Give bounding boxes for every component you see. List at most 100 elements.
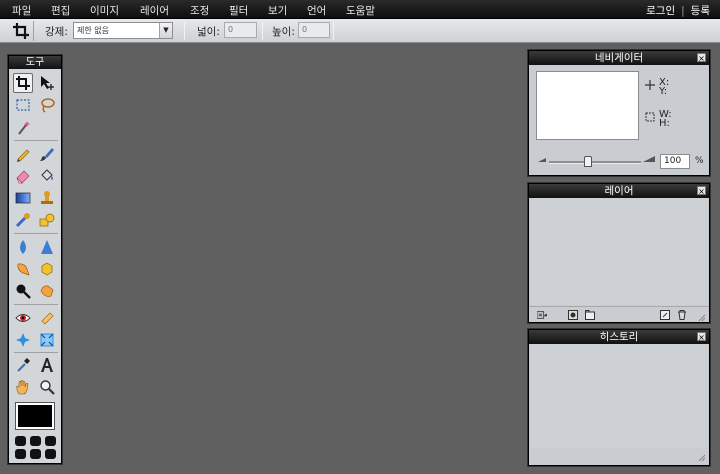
red-eye-icon[interactable] bbox=[13, 308, 33, 328]
constrain-value: 제한 없음 bbox=[77, 26, 109, 35]
zoom-icon[interactable] bbox=[37, 377, 57, 397]
layers-title[interactable]: 레이어 × bbox=[529, 184, 709, 198]
navigator-title-text: 네비게이터 bbox=[594, 52, 644, 64]
blur-icon[interactable] bbox=[13, 237, 33, 257]
close-icon[interactable]: × bbox=[697, 186, 706, 196]
close-icon[interactable]: × bbox=[697, 53, 706, 63]
height-label: 높이: bbox=[272, 26, 295, 38]
zoom-slider-thumb[interactable] bbox=[583, 156, 592, 167]
pencil-icon[interactable] bbox=[13, 144, 33, 164]
crop-icon[interactable] bbox=[13, 73, 33, 93]
foreground-color-swatch[interactable] bbox=[15, 402, 55, 430]
navigator-preview[interactable] bbox=[536, 71, 639, 140]
zoom-slider[interactable] bbox=[549, 156, 641, 167]
chevron-down-icon[interactable]: ▼ bbox=[159, 23, 172, 38]
brush-icon[interactable] bbox=[37, 144, 57, 164]
menu-separator: | bbox=[681, 5, 685, 17]
layers-title-text: 레이어 bbox=[604, 185, 634, 197]
current-tool-crop-icon bbox=[6, 21, 34, 41]
menu-adjust[interactable]: 조정 bbox=[190, 3, 209, 18]
layers-footer bbox=[529, 306, 709, 322]
navigator-panel: 네비게이터 × X: Y: W: H: 100 % bbox=[528, 50, 710, 176]
history-list[interactable] bbox=[530, 344, 708, 448]
tool-divider bbox=[14, 233, 58, 234]
constrain-label: 강제: bbox=[45, 26, 68, 38]
tools-panel: 도구 bbox=[8, 55, 62, 464]
eraser-icon[interactable] bbox=[13, 166, 33, 186]
color-replace-icon[interactable] bbox=[13, 210, 33, 230]
layers-list[interactable] bbox=[530, 198, 708, 305]
type-icon[interactable] bbox=[37, 355, 57, 375]
hand-icon[interactable] bbox=[13, 377, 33, 397]
height-input[interactable]: 0 bbox=[298, 22, 330, 38]
tool-options-bar: 강제: 제한 없음 ▼ 넓이: 0 높이: 0 bbox=[0, 19, 720, 43]
swatch-cell[interactable] bbox=[15, 449, 26, 459]
menu-filter[interactable]: 필터 bbox=[229, 3, 248, 18]
layer-settings-icon[interactable] bbox=[537, 310, 547, 320]
bloat-icon[interactable] bbox=[13, 330, 33, 350]
clone-stamp-icon[interactable] bbox=[37, 188, 57, 208]
tool-divider bbox=[14, 304, 58, 305]
menu-file[interactable]: 파일 bbox=[12, 3, 31, 18]
account-links: 로그인 | 등록 bbox=[646, 3, 710, 18]
magic-wand-icon[interactable] bbox=[13, 118, 33, 138]
burn-icon[interactable] bbox=[37, 281, 57, 301]
spot-heal-icon[interactable] bbox=[37, 308, 57, 328]
sponge-icon[interactable] bbox=[37, 259, 57, 279]
zoom-unit: % bbox=[695, 156, 704, 166]
swatch-cell[interactable] bbox=[30, 436, 41, 446]
swatch-cell[interactable] bbox=[30, 449, 41, 459]
register-link[interactable]: 등록 bbox=[691, 5, 710, 17]
menu-bar: 파일 편집 이미지 레이어 조정 필터 보기 언어 도움말 로그인 | 등록 bbox=[0, 0, 720, 19]
menu-image[interactable]: 이미지 bbox=[90, 3, 119, 18]
trash-icon[interactable] bbox=[677, 310, 687, 320]
pinch-icon[interactable] bbox=[37, 330, 57, 350]
crosshair-icon bbox=[645, 80, 655, 90]
swatch-cell[interactable] bbox=[45, 449, 56, 459]
navigator-title[interactable]: 네비게이터 × bbox=[529, 51, 709, 65]
selection-size-icon bbox=[645, 112, 655, 122]
menu-view[interactable]: 보기 bbox=[268, 3, 287, 18]
gradient-icon[interactable] bbox=[13, 188, 33, 208]
layer-mask-icon[interactable] bbox=[568, 310, 578, 320]
menu-layer[interactable]: 레이어 bbox=[140, 3, 169, 18]
move-icon[interactable] bbox=[37, 73, 57, 93]
new-layer-icon[interactable] bbox=[660, 310, 670, 320]
login-link[interactable]: 로그인 bbox=[646, 5, 675, 17]
smudge-icon[interactable] bbox=[13, 259, 33, 279]
color-picker-icon[interactable] bbox=[13, 355, 33, 375]
menu-edit[interactable]: 편집 bbox=[51, 3, 70, 18]
resize-grip-icon[interactable] bbox=[696, 452, 706, 462]
divider bbox=[184, 22, 185, 40]
history-title[interactable]: 히스토리 × bbox=[529, 330, 709, 344]
divider bbox=[333, 22, 334, 40]
tool-divider bbox=[14, 352, 58, 353]
sharpen-icon[interactable] bbox=[37, 237, 57, 257]
width-input[interactable]: 0 bbox=[224, 22, 257, 38]
layer-folder-icon[interactable] bbox=[585, 310, 595, 320]
menu-help[interactable]: 도움말 bbox=[346, 3, 375, 18]
constrain-select[interactable]: 제한 없음 ▼ bbox=[73, 22, 173, 39]
swatch-cell[interactable] bbox=[45, 436, 56, 446]
marquee-icon[interactable] bbox=[13, 95, 33, 115]
paint-bucket-icon[interactable] bbox=[37, 166, 57, 186]
dodge-icon[interactable] bbox=[13, 281, 33, 301]
close-icon[interactable]: × bbox=[697, 332, 706, 342]
tools-panel-title[interactable]: 도구 bbox=[9, 56, 61, 69]
resize-grip-icon[interactable] bbox=[696, 312, 706, 322]
swatch-grid bbox=[15, 436, 57, 460]
history-title-text: 히스토리 bbox=[599, 331, 639, 343]
drawing-icon[interactable] bbox=[37, 210, 57, 230]
width-label: 넓이: bbox=[197, 26, 220, 38]
zoom-input[interactable]: 100 bbox=[660, 154, 690, 169]
menu-language[interactable]: 언어 bbox=[307, 3, 326, 18]
history-panel: 히스토리 × bbox=[528, 329, 710, 466]
tool-divider bbox=[14, 140, 58, 141]
swatch-cell[interactable] bbox=[15, 436, 26, 446]
h-label: H: bbox=[659, 118, 670, 129]
zoom-out-icon[interactable] bbox=[537, 157, 547, 163]
layers-panel: 레이어 × bbox=[528, 183, 710, 323]
y-label: Y: bbox=[659, 86, 668, 97]
lasso-icon[interactable] bbox=[37, 95, 57, 115]
zoom-in-icon[interactable] bbox=[642, 155, 656, 163]
